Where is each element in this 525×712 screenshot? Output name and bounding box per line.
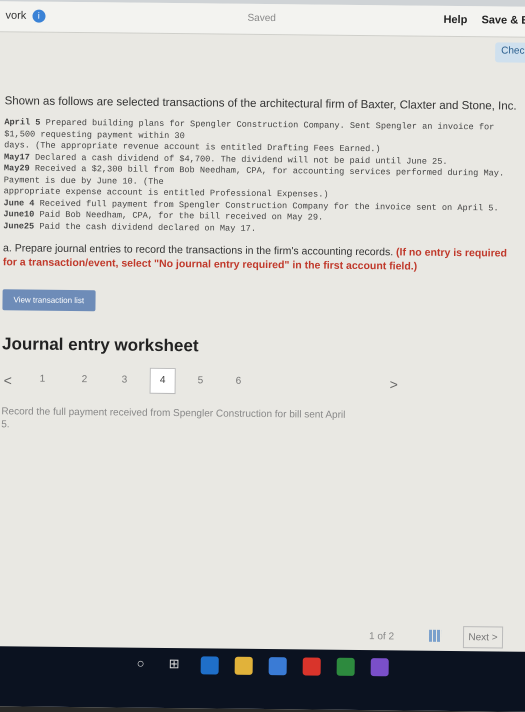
instruction: a. Prepare journal entries to record the…: [3, 241, 523, 274]
taskbar: ○ ⊞: [0, 646, 525, 712]
transaction-text: Prepared building plans for Spengler Con…: [4, 118, 494, 141]
save-exit-button[interactable]: Save & E: [481, 14, 525, 26]
view-transaction-list-button[interactable]: View transaction list: [2, 289, 95, 311]
main-content: Shown as follows are selected transactio…: [1, 95, 524, 435]
transaction-date: June25: [3, 221, 34, 231]
edge-browser-icon[interactable]: [201, 656, 219, 674]
check-my-work-button[interactable]: Chec: [495, 42, 525, 63]
next-button[interactable]: Next >: [463, 626, 503, 648]
file-explorer-icon[interactable]: [235, 657, 253, 675]
worksheet-pager: < 1 2 3 4 5 6 >: [1, 366, 521, 405]
current-page-box[interactable]: 4: [150, 368, 176, 394]
transaction-date: June 4: [3, 198, 34, 208]
page-indicator: 1 of 2: [369, 631, 394, 642]
search-circle-icon[interactable]: ○: [137, 656, 145, 671]
app-icon[interactable]: [303, 657, 321, 675]
page-number[interactable]: 5: [198, 375, 204, 386]
page-number[interactable]: 1: [40, 374, 46, 385]
prev-arrow-icon[interactable]: <: [4, 372, 12, 388]
saved-status: Saved: [247, 13, 275, 24]
transaction-date: May29: [4, 163, 30, 173]
transaction-date: June10: [3, 209, 34, 219]
transaction-list: April 5 Prepared building plans for Spen…: [3, 117, 524, 237]
page-number[interactable]: 3: [122, 375, 128, 386]
grid-icon[interactable]: [429, 630, 441, 642]
transaction-date: April 5: [4, 117, 40, 127]
info-badge-icon[interactable]: i: [32, 10, 45, 23]
page-number[interactable]: 6: [236, 376, 242, 387]
worksheet-title: Journal entry worksheet: [2, 334, 522, 359]
brand: vorki: [5, 9, 45, 22]
help-link[interactable]: Help: [443, 14, 467, 26]
top-bar: vorki Saved Help Save & E: [0, 1, 525, 38]
transaction-text: Paid the cash dividend declared on May 1…: [39, 221, 256, 233]
screen: vorki Saved Help Save & E Chec Shown as …: [0, 0, 525, 712]
next-arrow-icon[interactable]: >: [390, 376, 398, 392]
app-icon[interactable]: [371, 658, 389, 676]
task-view-icon[interactable]: ⊞: [169, 656, 180, 672]
transaction-text: Received a $2,300 bill from Bob Needham,…: [4, 164, 504, 187]
brand-label: vork: [5, 10, 26, 22]
problem-intro: Shown as follows are selected transactio…: [5, 95, 525, 112]
transaction-date: May17: [4, 152, 30, 162]
store-icon[interactable]: [269, 657, 287, 675]
app-icon[interactable]: [337, 658, 355, 676]
page-number[interactable]: 2: [82, 374, 88, 385]
